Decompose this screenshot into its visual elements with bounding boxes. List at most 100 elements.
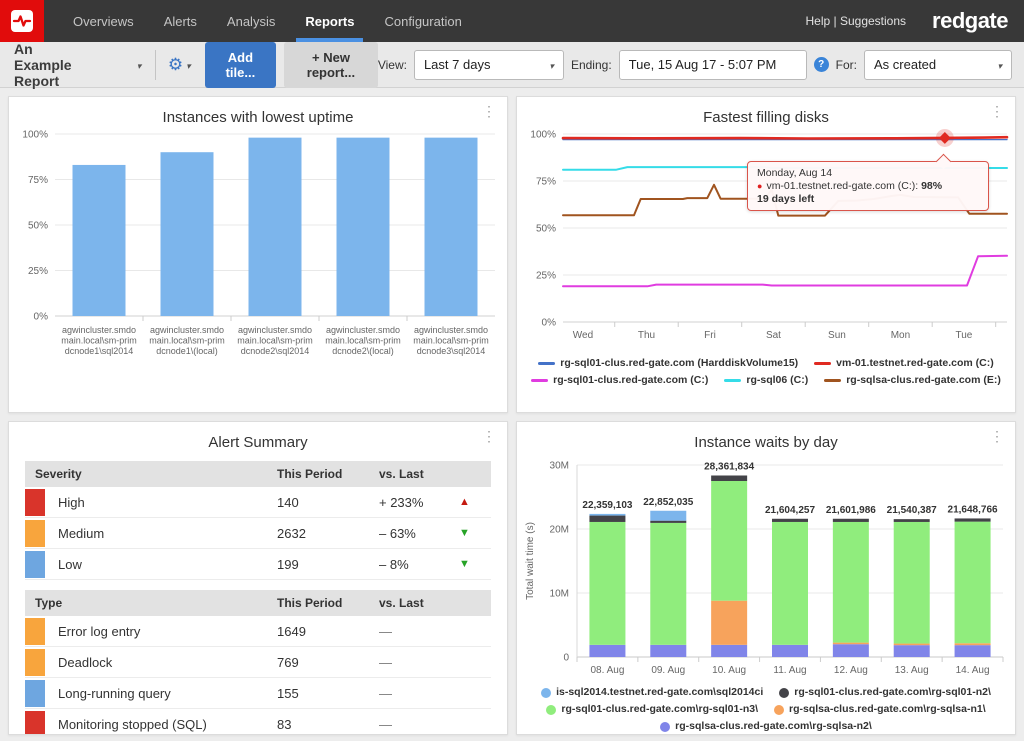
uptime-bar[interactable] — [425, 138, 478, 316]
uptime-bar[interactable] — [249, 138, 302, 316]
tile-menu-icon[interactable] — [477, 426, 501, 447]
alert-count: 155 — [277, 686, 379, 701]
alert-change: — — [379, 686, 459, 701]
table-header-row: SeverityThis Periodvs. Last — [25, 461, 491, 487]
waits-stacked-bar-chart[interactable]: 010M20M30MTotal wait time (s)22,359,1030… — [517, 451, 1015, 683]
wait-bar-segment[interactable] — [650, 523, 686, 645]
x-axis-category-label: agwincluster.smdomain.local\sm-primdcnod… — [61, 325, 137, 356]
disks-legend: rg-sql01-clus.red-gate.com (HarddiskVolu… — [517, 354, 1015, 388]
legend-dot-icon — [546, 705, 556, 715]
wait-bar-segment[interactable] — [833, 522, 869, 643]
legend-item[interactable]: vm-01.testnet.red-gate.com (C:) — [814, 356, 994, 371]
wait-bar-segment[interactable] — [833, 643, 869, 645]
wait-bar-segment[interactable] — [894, 519, 930, 522]
tile-alert-summary: Alert Summary SeverityThis Periodvs. Las… — [8, 421, 508, 735]
add-tile-button[interactable]: Add tile... — [205, 42, 276, 88]
legend-line-icon — [724, 379, 741, 382]
wait-bar-segment[interactable] — [711, 481, 747, 601]
wait-bar-segment[interactable] — [772, 519, 808, 522]
wait-bar-segment[interactable] — [894, 644, 930, 646]
wait-bar-segment[interactable] — [650, 521, 686, 523]
nav-tab-configuration[interactable]: Configuration — [369, 0, 476, 42]
x-axis-tick-label: Thu — [638, 330, 655, 341]
tile-title: Instance waits by day — [517, 434, 1015, 451]
tile-menu-icon[interactable] — [985, 426, 1009, 447]
y-axis-label: Total wait time (s) — [525, 522, 536, 600]
wait-bar-segment[interactable] — [711, 645, 747, 657]
x-axis-category-label: agwincluster.smdomain.local\sm-primdcnod… — [237, 325, 313, 356]
tile-fastest-filling-disks: Fastest filling disks 0%25%50%75%100%Wed… — [516, 96, 1016, 413]
report-select[interactable]: An Example Report — [12, 41, 151, 89]
legend-item[interactable]: rg-sqlsa-clus.red-gate.com\rg-sqlsa-n2\ — [660, 719, 872, 734]
wait-bar-segment[interactable] — [833, 519, 869, 522]
report-toolbar: An Example Report ⚙ Add tile... + New re… — [0, 42, 1024, 88]
nav-tab-alerts[interactable]: Alerts — [149, 0, 212, 42]
nav-tab-reports[interactable]: Reports — [290, 0, 369, 42]
severity-swatch — [25, 711, 45, 736]
uptime-bar-chart[interactable]: 0%25%50%75%100%agwincluster.smdomain.loc… — [9, 126, 507, 380]
wait-bar-segment[interactable] — [589, 645, 625, 657]
wait-bar-segment[interactable] — [711, 475, 747, 481]
legend-dot-icon — [660, 722, 670, 732]
wait-bar-segment[interactable] — [650, 645, 686, 657]
info-icon[interactable]: ? — [814, 57, 829, 72]
wait-bar-segment[interactable] — [589, 514, 625, 516]
alert-count: 1649 — [277, 624, 379, 639]
help-suggestions-link[interactable]: Help | Suggestions — [806, 14, 907, 28]
x-axis-tick-label: 13. Aug — [895, 665, 929, 676]
column-header: vs. Last — [379, 596, 459, 610]
for-select[interactable]: As created — [864, 50, 1012, 80]
y-axis-tick-label: 25% — [28, 266, 48, 277]
legend-line-icon — [538, 362, 555, 365]
report-settings-button[interactable]: ⚙ — [168, 56, 191, 74]
wait-bar-segment[interactable] — [589, 522, 625, 645]
wait-bar-segment[interactable] — [955, 645, 991, 657]
wait-bar-segment[interactable] — [894, 645, 930, 657]
disk-series-line[interactable] — [563, 256, 1007, 286]
x-axis-tick-label: Mon — [891, 330, 910, 341]
x-axis-tick-label: 11. Aug — [773, 665, 806, 676]
legend-dot-icon — [779, 688, 789, 698]
wait-bar-segment[interactable] — [955, 643, 991, 645]
wait-bar-segment[interactable] — [772, 522, 808, 645]
nav-tab-analysis[interactable]: Analysis — [212, 0, 290, 42]
tooltip-series-label: vm-01.testnet.red-gate.com (C:): — [766, 180, 921, 192]
wait-bar-segment[interactable] — [711, 601, 747, 645]
uptime-bar[interactable] — [337, 138, 390, 316]
x-axis-tick-label: 09. Aug — [651, 665, 685, 676]
y-axis-tick-label: 0 — [563, 653, 569, 664]
legend-item[interactable]: rg-sql01-clus.red-gate.com\rg-sql01-n3\ — [546, 702, 758, 717]
nav-tab-overviews[interactable]: Overviews — [58, 0, 149, 42]
y-axis-tick-label: 75% — [536, 177, 556, 188]
wait-bar-segment[interactable] — [589, 516, 625, 522]
wait-bar-segment[interactable] — [955, 522, 991, 644]
legend-item[interactable]: rg-sqlsa-clus.red-gate.com (E:) — [824, 373, 1001, 388]
wait-bar-segment[interactable] — [772, 645, 808, 657]
legend-item[interactable]: rg-sql01-clus.red-gate.com\rg-sql01-n2\ — [779, 685, 991, 700]
uptime-bar[interactable] — [73, 165, 126, 316]
legend-line-icon — [824, 379, 841, 382]
legend-item[interactable]: rg-sql01-clus.red-gate.com (C:) — [531, 373, 708, 388]
sql-monitor-logo[interactable] — [0, 0, 44, 42]
table-row: Medium2632– 63%▼ — [25, 518, 491, 549]
column-header: This Period — [277, 596, 379, 610]
ending-datetime-input[interactable] — [619, 50, 807, 80]
wait-bar-segment[interactable] — [894, 522, 930, 644]
alert-count: 2632 — [277, 526, 379, 541]
wait-bar-segment[interactable] — [650, 511, 686, 521]
tile-menu-icon[interactable] — [985, 101, 1009, 122]
legend-item[interactable]: is-sql2014.testnet.red-gate.com\sql2014c… — [541, 685, 763, 700]
wait-bar-segment[interactable] — [833, 644, 869, 657]
tile-title: Fastest filling disks — [517, 109, 1015, 126]
view-select[interactable]: Last 7 days — [414, 50, 564, 80]
pulse-icon — [9, 8, 35, 34]
wait-bar-segment[interactable] — [955, 518, 991, 521]
legend-label: rg-sql01-clus.red-gate.com\rg-sql01-n2\ — [794, 685, 991, 700]
tile-menu-icon[interactable] — [477, 101, 501, 122]
uptime-bar[interactable] — [161, 152, 214, 316]
alert-change: – 63% — [379, 526, 459, 541]
new-report-button[interactable]: + New report... — [284, 42, 378, 88]
legend-item[interactable]: rg-sql01-clus.red-gate.com (HarddiskVolu… — [538, 356, 798, 371]
legend-item[interactable]: rg-sql06 (C:) — [724, 373, 808, 388]
legend-item[interactable]: rg-sqlsa-clus.red-gate.com\rg-sqlsa-n1\ — [774, 702, 986, 717]
